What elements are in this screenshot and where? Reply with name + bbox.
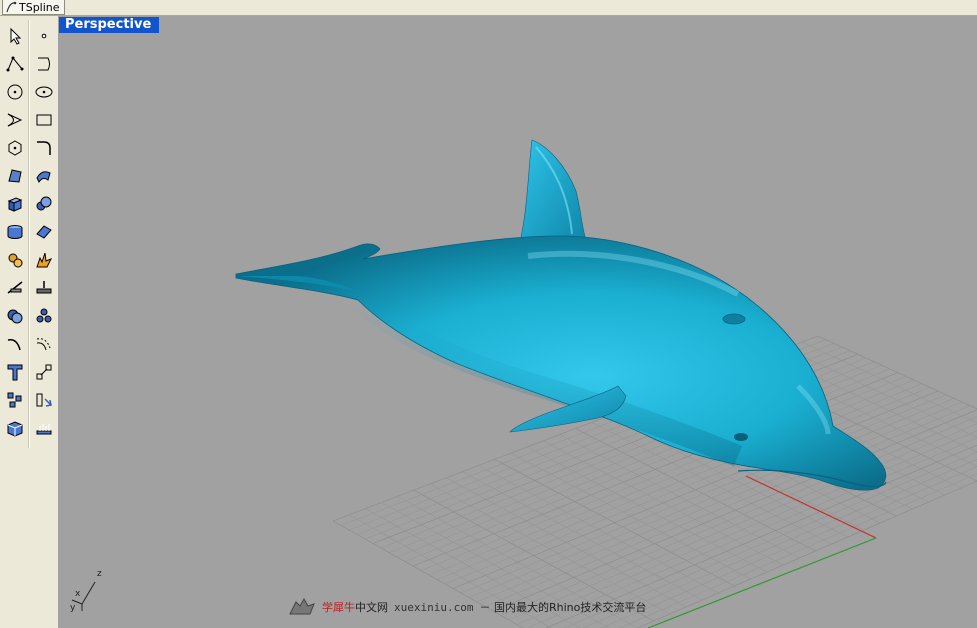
view-cube-icon[interactable]	[1, 414, 28, 442]
watermark: 学犀牛中文网 xuexiniu.com － 国内最大的Rhino技术交流平台	[288, 596, 646, 618]
surface-icon[interactable]	[30, 162, 57, 190]
boolean-icon[interactable]	[1, 302, 28, 330]
split-icon[interactable]	[30, 274, 57, 302]
toolbar-column-right	[30, 22, 57, 442]
rectangle-icon[interactable]	[30, 106, 57, 134]
watermark-url: xuexiniu.com	[394, 600, 474, 614]
axis-label-z: z	[97, 569, 102, 579]
fillet-curve-icon[interactable]	[1, 330, 28, 358]
tab-tspline[interactable]: TSpline	[2, 0, 65, 15]
point-icon[interactable]	[30, 22, 57, 50]
box-icon[interactable]	[1, 190, 28, 218]
measure-icon[interactable]	[30, 414, 57, 442]
circle-icon[interactable]	[1, 78, 28, 106]
polyline-icon[interactable]	[1, 50, 28, 78]
curve-icon[interactable]	[1, 106, 28, 134]
cylinder-icon[interactable]	[1, 218, 28, 246]
curve-arc-icon[interactable]	[30, 50, 57, 78]
plane-surface-icon[interactable]	[30, 218, 57, 246]
text-icon[interactable]	[1, 358, 28, 386]
trim-icon[interactable]	[1, 274, 28, 302]
dolphin-model[interactable]	[235, 139, 887, 491]
watermark-tagline: － 国内最大的Rhino技术交流平台	[479, 601, 647, 614]
viewport-scene[interactable]	[58, 16, 977, 628]
watermark-site: 中文网	[355, 601, 388, 614]
sphere-icon[interactable]	[30, 190, 57, 218]
tab-label: TSpline	[19, 0, 60, 14]
mirror-icon[interactable]	[30, 386, 57, 414]
group-icon[interactable]	[1, 386, 28, 414]
perspective-viewport[interactable]: Perspective z x y 学犀牛中文网 xuexiniu.com － …	[58, 16, 977, 628]
select-arrow-icon[interactable]	[1, 22, 28, 50]
spheres-icon[interactable]	[30, 302, 57, 330]
ellipse-icon[interactable]	[30, 78, 57, 106]
surface-points-icon[interactable]	[1, 162, 28, 190]
scale-icon[interactable]	[30, 358, 57, 386]
watermark-brand: 学犀牛	[322, 601, 355, 614]
gear-transform-icon[interactable]	[1, 246, 28, 274]
tab-bar: TSpline	[0, 0, 977, 16]
tspline-icon	[6, 1, 17, 13]
viewport-title[interactable]: Perspective	[59, 17, 160, 33]
rhino-logo-icon	[289, 597, 315, 615]
polygon-icon[interactable]	[1, 134, 28, 162]
offset-curve-icon[interactable]	[30, 330, 57, 358]
fillet-icon[interactable]	[30, 134, 57, 162]
axis-label-y: y	[70, 603, 76, 613]
explode-icon[interactable]	[30, 246, 57, 274]
axis-label-x: x	[75, 589, 81, 599]
toolbar-column-left	[1, 22, 28, 442]
main-toolbar	[0, 16, 59, 628]
